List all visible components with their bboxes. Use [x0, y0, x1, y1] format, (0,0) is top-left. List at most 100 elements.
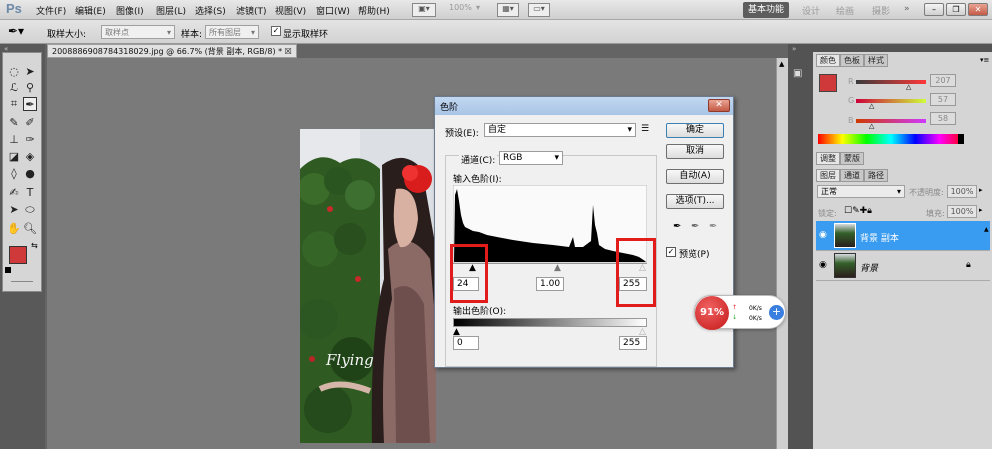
spectrum-black-swatch[interactable]	[958, 134, 964, 144]
tab-layers[interactable]: 图层	[816, 169, 840, 182]
menu-image[interactable]: 图像(I)	[116, 4, 144, 17]
eye-icon[interactable]: ◉	[819, 260, 827, 270]
sample-size-select[interactable]: 取样点 ▾	[101, 25, 175, 39]
preview-checkbox[interactable]: ✓	[666, 247, 676, 257]
dodge-tool-icon[interactable]: ●	[23, 167, 37, 181]
color-panel-foreground[interactable]	[819, 74, 837, 92]
cancel-button[interactable]: 取消	[666, 144, 724, 159]
workspace-photography[interactable]: 摄影	[872, 4, 890, 17]
history-panel-icon[interactable]: ▣	[793, 68, 802, 79]
tab-color[interactable]: 颜色	[816, 54, 840, 67]
foreground-color-swatch[interactable]	[9, 246, 27, 264]
eyedropper-icon[interactable]: ✒	[23, 97, 37, 111]
menu-layer[interactable]: 图层(L)	[156, 4, 186, 17]
blur-tool-icon[interactable]: ◊	[7, 167, 21, 181]
shape-tool-icon[interactable]: ⬭	[23, 203, 37, 217]
ok-button[interactable]: 确定	[666, 123, 724, 138]
tab-swatches[interactable]: 色板	[840, 54, 864, 67]
menu-filter[interactable]: 滤镜(T)	[236, 4, 267, 17]
channel-r-value[interactable]: 207	[930, 74, 956, 87]
pen-tool-icon[interactable]: ✍	[7, 186, 21, 200]
blend-mode-select[interactable]: 正常 ▾	[817, 185, 905, 198]
eye-icon[interactable]: ◉	[819, 230, 827, 240]
more-workspaces-icon[interactable]: »	[904, 4, 910, 14]
restore-icon[interactable]: ❐	[946, 3, 966, 16]
workspace-painting[interactable]: 绘画	[836, 4, 854, 17]
color-spectrum-bar[interactable]	[818, 134, 964, 144]
menu-file[interactable]: 文件(F)	[36, 4, 66, 17]
fill-field[interactable]: 100%	[947, 205, 977, 218]
input-gamma-field[interactable]: 1.00	[536, 277, 564, 291]
gamma-slider[interactable]: ▲	[554, 263, 561, 273]
lock-icons[interactable]: ☐✎✚🔒︎	[844, 206, 872, 216]
eraser-tool-icon[interactable]: ◪	[7, 150, 21, 164]
plus-icon[interactable]: +	[769, 305, 784, 320]
options-button[interactable]: 选项(T)...	[666, 194, 724, 209]
tab-adjustments[interactable]: 调整	[816, 152, 840, 165]
scroll-up-icon[interactable]: ▲	[779, 60, 784, 68]
swap-colors-icon[interactable]: ⇆	[31, 241, 38, 250]
black-eyedropper-icon[interactable]: ✒	[673, 221, 681, 232]
output-black-field[interactable]: 0	[453, 336, 479, 350]
tab-masks[interactable]: 蒙版	[840, 152, 864, 165]
bridge-icon[interactable]: ▣▾	[412, 3, 436, 17]
healing-brush-icon[interactable]: ✎	[7, 116, 21, 130]
menu-select[interactable]: 选择(S)	[195, 4, 226, 17]
layer-name[interactable]: 背景	[860, 261, 878, 274]
move-tool-icon[interactable]: ➤	[23, 65, 37, 79]
channel-r-slider[interactable]	[856, 80, 926, 84]
paint-bucket-icon[interactable]: ◈	[23, 150, 37, 164]
eyedropper-tool-icon[interactable]: ✒▾	[8, 24, 24, 38]
preset-select[interactable]: 自定 ▾	[484, 123, 636, 137]
marquee-tool-icon[interactable]: ◌	[7, 65, 21, 79]
quick-select-icon[interactable]: ⚲	[23, 81, 37, 95]
channel-r-thumb[interactable]: △	[906, 83, 911, 91]
menu-help[interactable]: 帮助(H)	[358, 4, 390, 17]
crop-tool-icon[interactable]: ⌗	[7, 97, 21, 111]
opacity-arrow-icon[interactable]: ▸	[979, 186, 983, 194]
arrange-documents-icon[interactable]: ▦▾	[497, 3, 519, 17]
opacity-field[interactable]: 100%	[947, 185, 977, 198]
menu-view[interactable]: 视图(V)	[275, 4, 306, 17]
channel-g-thumb[interactable]: △	[869, 102, 874, 110]
layers-scroll-up-icon[interactable]: ▲	[984, 226, 989, 233]
chevron-down-icon[interactable]: ▾	[476, 3, 480, 17]
channel-g-value[interactable]: 57	[930, 93, 956, 106]
close-icon[interactable]: ✕	[708, 99, 730, 112]
tab-channels[interactable]: 通道	[840, 169, 864, 182]
channel-b-value[interactable]: 58	[930, 112, 956, 125]
workspace-design[interactable]: 设计	[802, 4, 820, 17]
dialog-titlebar[interactable]: 色阶 ✕	[435, 97, 733, 115]
panel-menu-icon[interactable]: ▾≡	[980, 56, 989, 64]
channel-b-thumb[interactable]: △	[869, 122, 874, 130]
tab-paths[interactable]: 路径	[864, 169, 888, 182]
layer-row-copy[interactable]: ◉ 背景 副本	[816, 221, 990, 251]
history-brush-icon[interactable]: ✑	[23, 133, 37, 147]
workspace-essentials[interactable]: 基本功能	[743, 2, 789, 18]
layer-row-background[interactable]: ◉ 背景 🔒︎	[816, 251, 990, 281]
output-white-field[interactable]: 255	[619, 336, 647, 350]
layer-name[interactable]: 背景 副本	[860, 231, 899, 244]
channel-g-slider[interactable]	[856, 99, 926, 103]
network-monitor-widget[interactable]: 91% ↑ 0K/s ↓ 0K/s +	[694, 295, 786, 330]
close-icon[interactable]: ✕	[968, 3, 988, 16]
clone-stamp-icon[interactable]: ⊥	[7, 133, 21, 147]
show-ring-checkbox[interactable]: ✓	[271, 26, 281, 36]
auto-button[interactable]: 自动(A)	[666, 169, 724, 184]
menu-edit[interactable]: 编辑(E)	[75, 4, 106, 17]
type-tool-icon[interactable]: T	[23, 186, 37, 200]
hand-tool-icon[interactable]: ✋	[7, 222, 21, 236]
brush-tool-icon[interactable]: ✐	[23, 116, 37, 130]
zoom-level[interactable]: 100%	[449, 3, 472, 17]
canvas-scrollbar[interactable]: ▲	[776, 58, 788, 449]
tab-styles[interactable]: 样式	[864, 54, 888, 67]
gray-eyedropper-icon[interactable]: ✒	[691, 221, 699, 232]
fill-arrow-icon[interactable]: ▸	[979, 206, 983, 214]
sample-select[interactable]: 所有图层 ▾	[205, 25, 259, 39]
channel-b-slider[interactable]	[856, 119, 926, 123]
zoom-tool-icon[interactable]: 🔍︎	[23, 222, 37, 236]
document-tab[interactable]: 2008886908784318029.jpg @ 66.7% (背景 副本, …	[47, 44, 297, 58]
white-eyedropper-icon[interactable]: ✒	[709, 221, 717, 232]
expand-icon[interactable]: »	[792, 45, 796, 53]
path-select-icon[interactable]: ➤	[7, 203, 21, 217]
